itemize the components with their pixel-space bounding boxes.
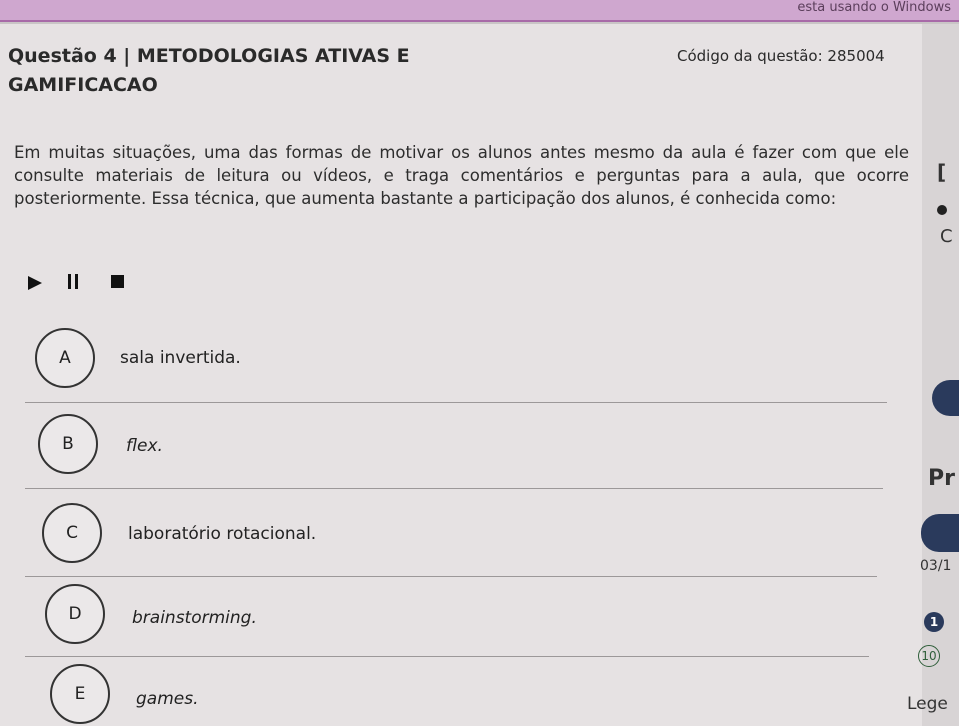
option-label[interactable]: flex.	[126, 436, 163, 456]
option-letter-circle[interactable]: E	[50, 664, 110, 724]
side-dark-button-2[interactable]	[921, 514, 959, 552]
side-circle-text: C	[940, 226, 953, 247]
browser-top-bar: esta usando o Windows	[0, 0, 959, 22]
question-text: Em muitas situações, uma das formas de m…	[14, 143, 909, 208]
side-date: 03/1	[920, 558, 952, 574]
question-title: Questão 4 | METODOLOGIAS ATIVAS E GAMIFI…	[8, 45, 410, 96]
side-circle-number: 10	[918, 645, 940, 667]
side-bracket: [	[937, 160, 947, 184]
option-e[interactable]: E games.	[0, 664, 900, 724]
option-label[interactable]: brainstorming.	[132, 608, 257, 628]
option-letter-circle[interactable]: B	[38, 414, 98, 474]
divider	[25, 488, 883, 489]
option-b[interactable]: B flex.	[0, 414, 900, 474]
side-legend: Lege	[907, 694, 948, 714]
option-a[interactable]: A sala invertida.	[0, 328, 900, 388]
option-letter-circle[interactable]: A	[35, 328, 95, 388]
play-icon[interactable]	[28, 276, 42, 290]
side-heading: Pr	[928, 466, 955, 491]
stop-icon[interactable]	[111, 275, 124, 288]
divider	[25, 576, 877, 577]
taskbar-text: esta usando o Windows	[797, 0, 951, 15]
pause-icon[interactable]	[68, 274, 78, 289]
option-letter-circle[interactable]: C	[42, 503, 102, 563]
option-d[interactable]: D brainstorming.	[0, 584, 900, 644]
side-badge-number: 1	[924, 612, 944, 632]
divider	[25, 402, 887, 403]
side-dot	[937, 205, 947, 215]
option-label[interactable]: sala invertida.	[120, 348, 241, 368]
option-c[interactable]: C laboratório rotacional.	[0, 503, 900, 563]
option-label[interactable]: laboratório rotacional.	[128, 524, 316, 544]
question-code: Código da questão: 285004	[677, 47, 885, 65]
option-letter-circle[interactable]: D	[45, 584, 105, 644]
option-label[interactable]: games.	[136, 689, 199, 709]
divider	[25, 656, 869, 657]
